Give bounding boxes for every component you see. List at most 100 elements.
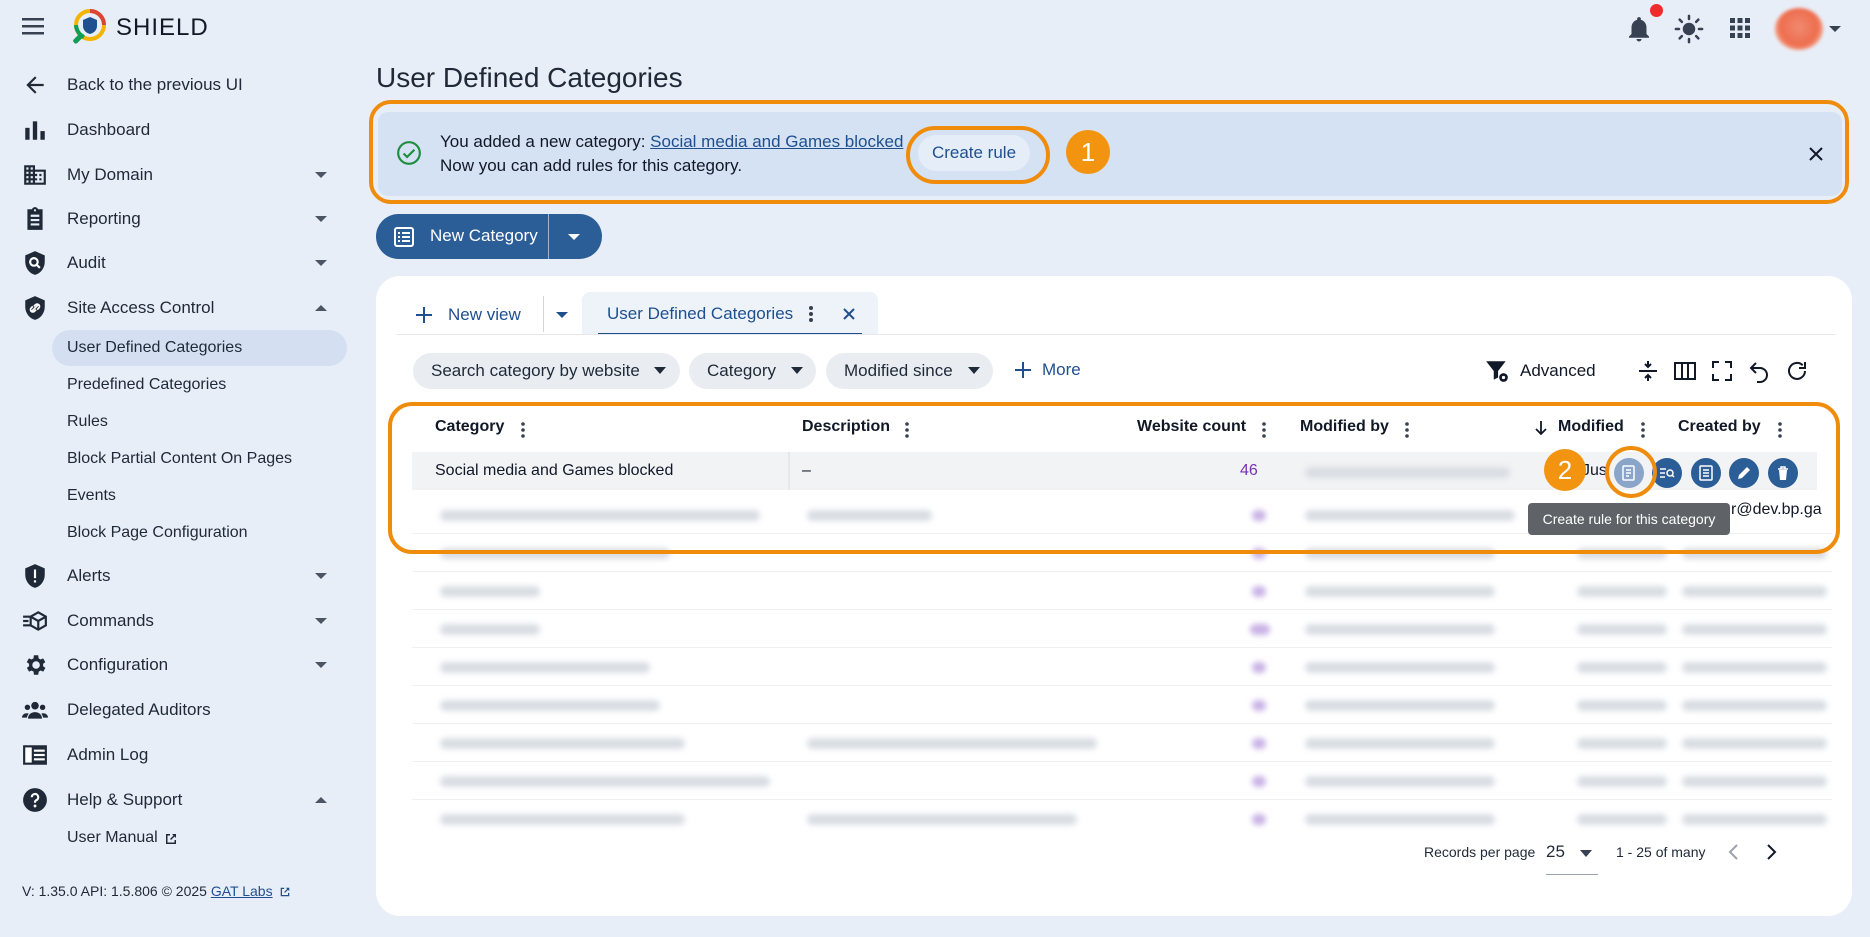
sidebar-item-label: Commands (67, 611, 154, 630)
audit-search-icon (22, 250, 48, 276)
annotation-highlight-create-rule (906, 126, 1050, 184)
chevron-down-icon (314, 616, 328, 626)
filter-chip-category[interactable]: Category (689, 353, 816, 389)
new-category-label: New Category (430, 226, 538, 245)
apps-grid-icon[interactable] (1728, 16, 1754, 42)
table-row[interactable] (412, 572, 1832, 610)
chevron-down-icon (314, 660, 328, 670)
sidebar-subitem-events[interactable]: Events (52, 478, 347, 514)
bar-chart-icon (22, 117, 48, 143)
shield-link-icon (22, 295, 48, 321)
new-category-button[interactable]: New Category (376, 214, 602, 259)
sidebar-item-label: Delegated Auditors (67, 700, 211, 719)
table-row[interactable] (412, 610, 1832, 648)
chevron-down-icon[interactable] (1580, 850, 1592, 858)
columns-icon[interactable] (1673, 359, 1697, 383)
chevron-down-icon (314, 258, 328, 268)
chevron-down-icon[interactable] (567, 232, 581, 242)
table-row[interactable] (412, 724, 1832, 762)
shield-alert-icon (22, 563, 48, 589)
filter-chip-modified-since[interactable]: Modified since (826, 353, 993, 389)
chevron-down-icon (314, 571, 328, 581)
sidebar-item-help-support[interactable]: Help & Support (0, 780, 350, 820)
new-view-tab[interactable]: New view (414, 300, 521, 330)
chevron-right-icon[interactable] (1766, 843, 1778, 861)
sidebar-item-label: Audit (67, 253, 106, 272)
sidebar-item-my-domain[interactable]: My Domain (0, 155, 350, 195)
table-row[interactable] (412, 762, 1832, 800)
sidebar-item-configuration[interactable]: Configuration (0, 645, 350, 685)
sidebar-item-label: Site Access Control (67, 298, 215, 317)
chevron-down-icon (968, 367, 980, 374)
page-range: 1 - 25 of many (1616, 844, 1706, 860)
sidebar-item-admin-log[interactable]: Admin Log (0, 735, 350, 775)
advanced-filter-button[interactable]: Advanced (1484, 358, 1596, 384)
plus-icon (416, 307, 432, 323)
back-link-label: Back to the previous UI (67, 75, 243, 94)
tab-user-defined-categories[interactable]: User Defined Categories (582, 292, 878, 334)
records-per-page-select[interactable]: 25 (1546, 842, 1565, 862)
chevron-left-icon[interactable] (1727, 843, 1739, 861)
external-link-icon (281, 887, 290, 897)
close-icon[interactable] (842, 307, 856, 321)
commands-icon (22, 608, 48, 634)
more-vert-icon[interactable] (808, 304, 814, 324)
sidebar-item-label: Dashboard (67, 120, 151, 139)
sidebar-subitem-block-partial-content[interactable]: Block Partial Content On Pages (52, 441, 347, 477)
chevron-up-icon (314, 303, 328, 313)
help-icon (22, 787, 48, 813)
back-link[interactable]: Back to the previous UI (0, 65, 350, 105)
chevron-down-icon[interactable] (1828, 24, 1842, 34)
building-icon (22, 162, 48, 188)
sidebar-item-label: My Domain (67, 165, 153, 184)
tabs-divider (397, 334, 1835, 335)
more-filters-button[interactable]: More (1014, 360, 1081, 380)
density-icon[interactable] (1636, 359, 1660, 383)
sidebar-item-delegated-auditors[interactable]: Delegated Auditors (0, 690, 350, 730)
sidebar-subitem-user-defined-categories[interactable]: User Defined Categories (52, 330, 347, 366)
chevron-down-icon (314, 214, 328, 224)
app-name: SHIELD (116, 14, 209, 41)
avatar[interactable] (1775, 8, 1823, 50)
sidebar-item-audit[interactable]: Audit (0, 243, 350, 283)
table-row[interactable] (412, 686, 1832, 724)
gear-icon (22, 652, 48, 678)
sidebar-subitem-rules[interactable]: Rules (52, 404, 347, 440)
chevron-down-icon[interactable] (555, 310, 569, 320)
table-row[interactable] (412, 800, 1832, 838)
table-row[interactable] (412, 648, 1832, 686)
filter-chip-search-website[interactable]: Search category by website (413, 353, 680, 389)
list-icon (392, 225, 416, 249)
sidebar-item-alerts[interactable]: Alerts (0, 556, 350, 596)
undo-icon[interactable] (1747, 359, 1771, 383)
page-title: User Defined Categories (376, 62, 683, 93)
sidebar-item-label: Configuration (67, 655, 169, 674)
chevron-up-icon (314, 795, 328, 805)
filter-settings-icon (1486, 361, 1508, 382)
sidebar-item-reporting[interactable]: Reporting (0, 199, 350, 239)
gat-labs-link[interactable]: GAT Labs (211, 883, 273, 899)
sidebar-item-site-access-control[interactable]: Site Access Control (0, 288, 350, 328)
sidebar-subitem-block-page-configuration[interactable]: Block Page Configuration (52, 515, 347, 551)
fullscreen-icon[interactable] (1710, 359, 1734, 383)
plus-icon (1015, 362, 1031, 378)
tab-divider (543, 296, 544, 332)
records-per-page-label: Records per page (1424, 844, 1536, 860)
annotation-highlight-action (1605, 446, 1657, 498)
sidebar-subitem-predefined-categories[interactable]: Predefined Categories (52, 367, 347, 403)
log-icon (22, 742, 48, 768)
menu-icon[interactable] (22, 16, 48, 40)
notification-bell-icon[interactable] (1624, 14, 1654, 44)
theme-toggle-icon[interactable] (1674, 14, 1704, 44)
clipboard-icon (22, 206, 48, 232)
external-link-icon (166, 834, 176, 844)
sidebar-subitem-user-manual[interactable]: User Manual (52, 820, 222, 856)
people-icon (22, 697, 48, 723)
sidebar-item-commands[interactable]: Commands (0, 601, 350, 641)
sidebar-item-label: Admin Log (67, 745, 149, 764)
sidebar-item-label: Reporting (67, 209, 141, 228)
refresh-icon[interactable] (1785, 359, 1809, 383)
sidebar-item-dashboard[interactable]: Dashboard (0, 110, 350, 150)
top-bar: SHIELD (0, 0, 1870, 56)
chevron-down-icon (654, 367, 666, 374)
